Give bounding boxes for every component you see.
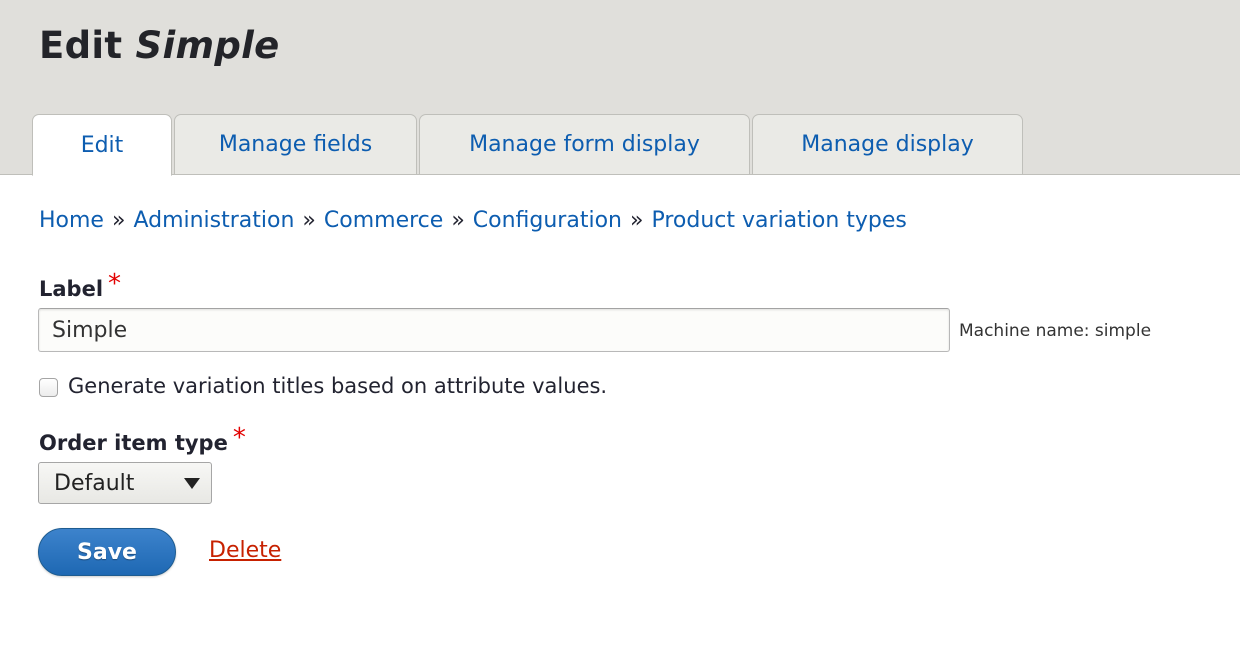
page-title-entity: Simple [135, 24, 280, 67]
required-marker: * [232, 423, 246, 453]
page-header: Edit Simple Edit Manage fields Manage fo… [0, 0, 1240, 176]
tab-manage-display[interactable]: Manage display [752, 114, 1023, 175]
primary-tabs: Edit Manage fields Manage form display M… [32, 114, 1025, 176]
breadcrumb-separator: » [111, 208, 126, 233]
breadcrumb-home[interactable]: Home [39, 208, 104, 233]
breadcrumb-separator: » [629, 208, 644, 233]
save-button-label: Save [77, 539, 137, 565]
breadcrumb-commerce[interactable]: Commerce [324, 208, 443, 233]
machine-name-text: Machine name: simple [959, 321, 1152, 341]
tab-manage-display-label: Manage display [801, 132, 974, 157]
label-field-label: Label * [39, 269, 121, 303]
breadcrumb-separator: » [451, 208, 465, 233]
generate-titles-label[interactable]: Generate variation titles based on attri… [68, 374, 607, 398]
order-item-type-select[interactable]: Default [38, 462, 212, 504]
breadcrumb-configuration[interactable]: Configuration [473, 208, 622, 233]
breadcrumb-separator: » [302, 208, 316, 233]
delete-link[interactable]: Delete [209, 538, 281, 563]
tab-manage-form-display-label: Manage form display [469, 132, 700, 157]
order-item-type-label-text: Order item type [39, 431, 228, 455]
breadcrumb: Home » Administration » Commerce » Configurati… [39, 208, 907, 233]
page-title-prefix: Edit [39, 24, 123, 67]
label-field-label-text: Label [39, 277, 104, 301]
generate-titles-checkbox[interactable] [39, 378, 58, 397]
required-marker: * [108, 269, 122, 299]
caret-down-icon [184, 478, 200, 489]
tab-manage-fields-label: Manage fields [218, 132, 373, 157]
page-title: Edit Simple [39, 24, 279, 67]
order-item-type-selected-value: Default [54, 470, 135, 496]
tab-edit[interactable]: Edit [32, 114, 172, 176]
tab-manage-form-display[interactable]: Manage form display [419, 114, 750, 175]
tab-manage-fields[interactable]: Manage fields [174, 114, 417, 175]
order-item-type-label: Order item type * [39, 423, 246, 457]
label-input[interactable] [38, 308, 950, 352]
breadcrumb-product-variation-types[interactable]: Product variation types [651, 208, 906, 233]
tab-edit-label: Edit [80, 132, 124, 158]
save-button[interactable]: Save [38, 528, 176, 576]
breadcrumb-administration[interactable]: Administration [133, 208, 294, 233]
